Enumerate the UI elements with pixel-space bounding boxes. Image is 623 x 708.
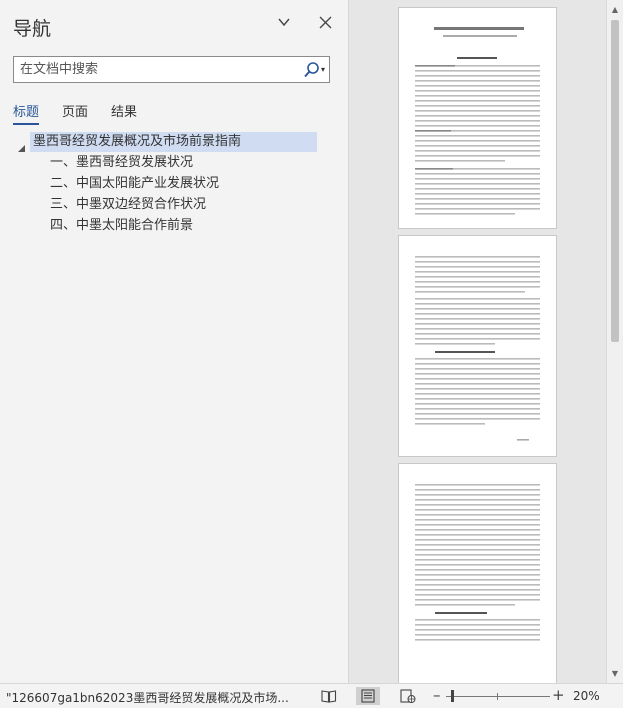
zoom-100-tick [497,693,498,700]
word-window: 导航 ▾ 标题 页面 结果 墨西哥经贸发展概况及市场前景指南 一、墨西哥经贸发展… [0,0,623,708]
document-page-3[interactable] [399,464,556,683]
web-layout-icon[interactable] [398,687,418,705]
heading-item-title[interactable]: 墨西哥经贸发展概况及市场前景指南 [30,132,317,152]
document-canvas[interactable] [350,0,606,683]
print-layout-icon[interactable] [356,687,380,705]
search-icon[interactable] [303,60,321,80]
heading-item-1[interactable]: 一、墨西哥经贸发展状况 [50,153,193,173]
heading-item-3[interactable]: 三、中墨双边经贸合作状况 [50,195,206,215]
heading-item-4[interactable]: 四、中墨太阳能合作前景 [50,216,193,236]
navigation-pane: 导航 ▾ 标题 页面 结果 墨西哥经贸发展概况及市场前景指南 一、墨西哥经贸发展… [0,0,349,683]
zoom-level[interactable]: 20% [573,689,600,703]
document-filename: "126607ga1bn62023墨西哥经贸发展概况及市场... [6,691,289,705]
document-page-2[interactable] [399,236,556,456]
zoom-out-button[interactable]: – [433,686,441,704]
close-icon[interactable] [315,14,335,34]
search-box: ▾ [13,56,330,83]
tab-headings[interactable]: 标题 [13,101,39,120]
scroll-down-arrow-icon[interactable]: ▼ [607,666,623,682]
scrollbar-thumb[interactable] [611,20,619,342]
tab-results[interactable]: 结果 [111,101,137,120]
document-page-1[interactable] [399,8,556,228]
heading-item-2[interactable]: 二、中国太阳能产业发展状况 [50,174,219,194]
scroll-up-arrow-icon[interactable]: ▲ [607,2,623,18]
search-options-dropdown-icon[interactable]: ▾ [321,61,329,79]
zoom-slider[interactable] [446,696,550,697]
collapse-triangle-icon[interactable] [17,138,26,152]
active-tab-underline [13,123,39,125]
search-input[interactable] [14,57,284,82]
zoom-in-button[interactable]: + [552,686,565,704]
nav-pane-title: 导航 [13,18,52,40]
nav-options-chevron-icon[interactable] [274,14,294,34]
tab-pages[interactable]: 页面 [62,101,88,120]
read-mode-book-icon[interactable] [319,687,339,705]
status-bar: "126607ga1bn62023墨西哥经贸发展概况及市场... – + 20% [0,683,623,708]
vertical-scrollbar[interactable]: ▲ ▼ [606,0,623,683]
zoom-slider-thumb[interactable] [451,690,455,702]
